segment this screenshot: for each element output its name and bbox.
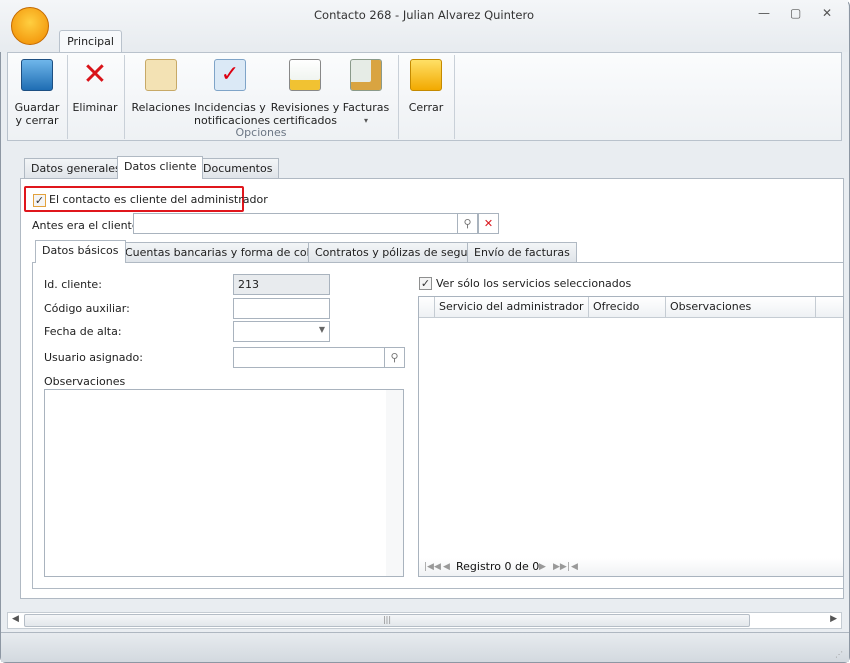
relations-icon: [145, 59, 177, 91]
id-label: Id. cliente:: [44, 278, 102, 291]
scroll-left-icon[interactable]: ◀: [12, 614, 19, 624]
scrollbar[interactable]: [386, 390, 403, 576]
resize-grip-icon[interactable]: ⋰: [835, 650, 843, 659]
record-counter: Registro 0 de 0: [456, 560, 540, 573]
ribbon-tab-principal[interactable]: Principal: [59, 30, 122, 53]
search-client-button[interactable]: ⚲: [457, 213, 478, 234]
observations-label: Observaciones: [44, 375, 126, 388]
subtab-envio-facturas[interactable]: Envío de facturas: [467, 242, 577, 263]
close-form-button[interactable]: Cerrar: [402, 57, 450, 114]
relations-button[interactable]: Relaciones: [130, 57, 192, 114]
incidents-button[interactable]: ✓ Incidencias y notificaciones: [194, 57, 270, 127]
reviews-button[interactable]: Revisiones y certificados: [270, 57, 340, 127]
previous-client-label: Antes era el cliente:: [32, 219, 143, 232]
label: Incidencias y: [194, 101, 266, 114]
clear-icon: ✕: [483, 217, 494, 230]
ribbon: Guardar y cerrar ✕ Eliminar Relaciones ✓ …: [7, 52, 842, 141]
grid-header: Servicio del administrador Ofrecido Obse…: [419, 297, 843, 318]
window-title: Contacto 268 - Julian Alvarez Quintero: [314, 8, 534, 22]
services-filter-label: Ver sólo los servicios seleccionados: [436, 277, 632, 290]
grid-navigator: |◀◀ ◀ Registro 0 de 0 ▶ ▶▶| ◀: [419, 558, 843, 576]
save-and-close-button[interactable]: Guardar y cerrar: [12, 57, 62, 127]
label: y cerrar: [15, 114, 59, 127]
prev-record-icon[interactable]: ◀: [443, 558, 450, 576]
close-folder-icon: [410, 59, 442, 91]
horizontal-scrollbar[interactable]: ◀ ||| ▶: [7, 612, 842, 629]
date-label: Fecha de alta:: [44, 325, 122, 338]
column-header[interactable]: Servicio del administrador: [435, 297, 589, 317]
delete-icon: ✕: [82, 57, 108, 92]
services-grid: Servicio del administrador Ofrecido Obse…: [418, 296, 844, 577]
user-input[interactable]: [233, 347, 385, 368]
is-client-label: El contacto es cliente del administrador: [49, 193, 268, 206]
id-field: 213: [233, 274, 330, 295]
next-record-icon[interactable]: ▶: [539, 558, 546, 576]
label: Relaciones: [131, 101, 191, 114]
subtab-contratos[interactable]: Contratos y pólizas de seguro: [308, 242, 486, 263]
close-button[interactable]: ✕: [822, 6, 832, 20]
label: Revisiones y: [270, 101, 340, 114]
invoices-icon: [350, 59, 382, 91]
clear-client-button[interactable]: ✕: [478, 213, 499, 234]
date-picker[interactable]: ▼: [233, 321, 330, 342]
search-icon: ⚲: [463, 217, 472, 230]
aux-code-input[interactable]: [233, 298, 330, 319]
subtab-datos-basicos[interactable]: Datos básicos: [35, 240, 126, 263]
first-record-icon[interactable]: |◀◀: [424, 558, 441, 576]
column-header[interactable]: Observaciones: [666, 297, 816, 317]
scroll-right-icon[interactable]: ▶: [830, 614, 837, 624]
delete-button[interactable]: ✕ Eliminar: [70, 57, 120, 115]
save-icon: [21, 59, 53, 91]
label: Cerrar: [408, 101, 444, 114]
observations-textarea[interactable]: [44, 389, 404, 577]
divider: [398, 55, 399, 139]
minimize-button[interactable]: —: [758, 6, 770, 20]
maximize-button[interactable]: ▢: [790, 6, 801, 20]
search-user-button[interactable]: ⚲: [384, 347, 405, 368]
incidents-icon: ✓: [214, 59, 246, 91]
label: Guardar: [14, 101, 60, 114]
column-header[interactable]: Ofrecido: [589, 297, 666, 317]
chevron-down-icon: ▼: [318, 325, 325, 334]
tab-datos-cliente[interactable]: Datos cliente: [117, 156, 204, 179]
tab-datos-generales[interactable]: Datos generales: [24, 158, 128, 179]
reviews-icon: [289, 59, 321, 91]
status-bar: ⋰: [1, 632, 849, 662]
ribbon-group-label: Opciones: [235, 126, 287, 139]
subtab-cuentas-bancarias[interactable]: Cuentas bancarias y forma de cobro: [118, 242, 332, 263]
previous-client-input[interactable]: [133, 213, 458, 234]
scroll-left-icon[interactable]: ◀: [571, 558, 578, 576]
tab-documentos[interactable]: Documentos: [196, 158, 280, 179]
last-record-icon[interactable]: ▶▶|: [553, 558, 570, 576]
invoices-dropdown-button[interactable]: Facturas ▾: [342, 57, 390, 127]
services-filter-checkbox[interactable]: ✓: [419, 277, 432, 290]
divider: [67, 55, 68, 139]
label: Facturas: [342, 101, 390, 114]
row-indicator-header: [419, 297, 435, 317]
aux-code-label: Código auxiliar:: [44, 302, 130, 315]
title-bar: Contacto 268 - Julian Alvarez Quintero —…: [0, 0, 848, 53]
is-client-checkbox[interactable]: ✓: [33, 194, 46, 207]
divider: [454, 55, 455, 139]
scrollbar-thumb[interactable]: |||: [24, 614, 750, 627]
user-label: Usuario asignado:: [44, 351, 143, 364]
search-icon: ⚲: [390, 351, 399, 364]
label: Eliminar: [72, 101, 118, 114]
